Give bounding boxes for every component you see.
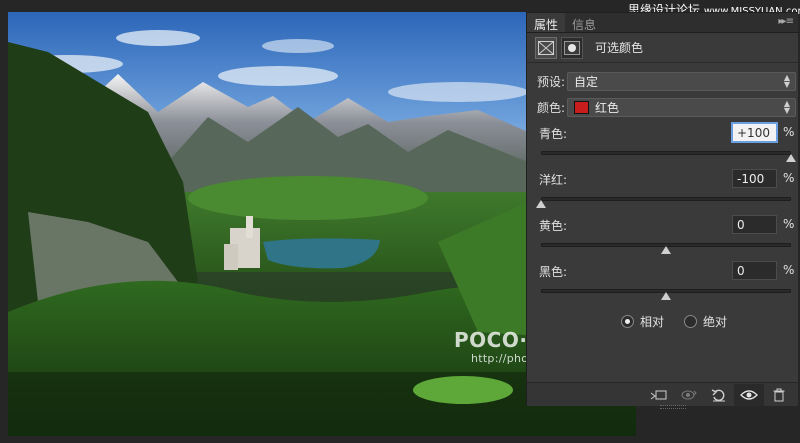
slider-unit: % (783, 171, 795, 185)
reset-button[interactable] (704, 384, 734, 406)
delete-button[interactable] (764, 384, 794, 406)
panel-menu-icon[interactable]: ▸▸ ≡ (778, 16, 794, 27)
slider-magenta: 洋红: -100 % (527, 165, 798, 211)
slider-value-input[interactable]: +100 (732, 123, 777, 142)
slider-thumb[interactable] (661, 246, 671, 254)
preset-dropdown[interactable]: 自定 ▲ ▼ (567, 71, 796, 91)
tab-info[interactable]: 信息 (565, 13, 603, 32)
colors-label: 颜色: (537, 100, 566, 115)
panel-footer (527, 382, 798, 406)
slider-label: 黄色: (539, 219, 568, 233)
slider-label: 青色: (539, 127, 568, 141)
slider-thumb[interactable] (661, 292, 671, 300)
tab-properties[interactable]: 属性 (527, 13, 566, 32)
preset-value: 自定 (574, 74, 599, 89)
slider-cyan: 青色: +100 % (527, 119, 798, 165)
panel-tabbar: 属性 信息 ▸▸ ≡ (527, 13, 798, 33)
radio-absolute-label[interactable]: 绝对 (703, 313, 727, 330)
colors-dropdown[interactable]: 红色 ▲ ▼ (567, 97, 796, 117)
view-previous-icon (681, 390, 697, 399)
slider-track[interactable] (541, 151, 791, 155)
layer-mask-icon[interactable] (561, 36, 583, 59)
radio-relative[interactable] (621, 315, 634, 328)
clip-to-layer-button[interactable] (644, 384, 674, 406)
adjustment-layer-icon[interactable] (535, 36, 557, 59)
clip-to-layer-icon (650, 390, 667, 399)
slider-unit: % (783, 125, 795, 139)
preset-label: 预设: (537, 74, 566, 89)
slider-thumb[interactable] (786, 154, 796, 162)
color-swatch (574, 100, 589, 114)
method-radio-group: 相对 绝对 (621, 313, 727, 330)
colors-value: 红色 (595, 100, 620, 115)
slider-label: 洋红: (539, 173, 568, 187)
slider-value-input[interactable]: -100 (732, 169, 777, 188)
slider-group: 青色: +100 % 洋红: -100 % 黄色: 0 % 黑色: 0 % (527, 119, 798, 303)
slider-unit: % (783, 263, 795, 277)
trash-icon (773, 388, 785, 401)
adjustment-title: 可选颜色 (595, 41, 644, 55)
preset-row: 预设: 自定 ▲ ▼ (527, 69, 798, 93)
radio-relative-label[interactable]: 相对 (640, 313, 664, 330)
slider-label: 黑色: (539, 265, 568, 279)
adjustment-header: 可选颜色 (527, 33, 798, 63)
slider-value-input[interactable]: 0 (732, 215, 777, 234)
dropdown-arrows-icon: ▲ ▼ (783, 72, 790, 89)
slider-yellow: 黄色: 0 % (527, 211, 798, 257)
slider-black: 黑色: 0 % (527, 257, 798, 303)
reset-icon (711, 388, 725, 401)
slider-value-input[interactable]: 0 (732, 261, 777, 280)
visibility-eye-icon (740, 389, 758, 400)
slider-unit: % (783, 217, 795, 231)
colors-row: 颜色: 红色 ▲ ▼ (527, 95, 798, 119)
radio-absolute[interactable] (684, 315, 698, 328)
visibility-button[interactable] (734, 383, 764, 406)
view-previous-button[interactable] (674, 384, 704, 406)
slider-track[interactable] (541, 197, 791, 201)
slider-thumb[interactable] (536, 200, 546, 208)
dropdown-arrows-icon: ▲ ▼ (783, 98, 790, 115)
properties-panel: 属性 信息 ▸▸ ≡ 可选颜色 预设: 自定 ▲ ▼ 颜色: 红色 ▲ ▼ 青色… (526, 12, 798, 406)
panel-resize-grip[interactable] (660, 405, 686, 409)
